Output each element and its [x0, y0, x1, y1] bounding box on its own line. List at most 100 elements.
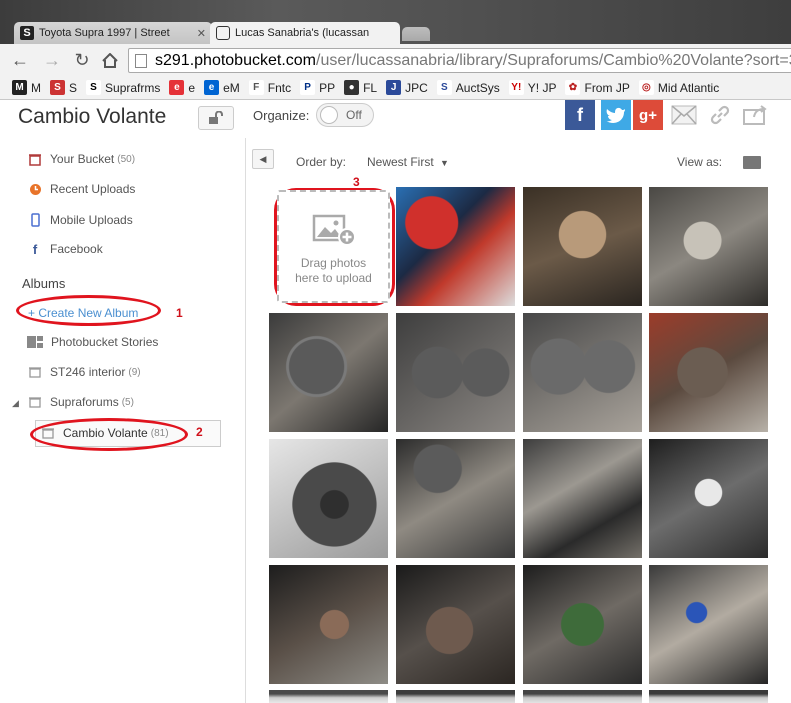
sidebar-item-facebook[interactable]: f Facebook: [28, 239, 103, 259]
privacy-lock-button[interactable]: [198, 106, 234, 130]
view-mode-icon[interactable]: [743, 156, 761, 169]
page-icon: [135, 53, 147, 68]
email-share-icon[interactable]: [669, 100, 699, 130]
annotation-number-2: 2: [196, 425, 203, 439]
share-export-icon[interactable]: [740, 100, 770, 130]
bookmark-midatlantic[interactable]: ◎ Mid Atlantic: [638, 80, 720, 95]
photo-thumbnail[interactable]: [523, 690, 642, 703]
bookmark-ebay[interactable]: ee: [169, 80, 195, 95]
s-icon: S: [50, 80, 65, 95]
bookmark-label: JPC: [405, 80, 428, 95]
paypal-icon: P: [300, 80, 316, 95]
bookmark-paypal[interactable]: P PP: [300, 80, 335, 95]
photo-thumbnail[interactable]: [523, 565, 642, 684]
bookmark-gmail[interactable]: MM: [12, 80, 41, 95]
photo-thumbnail[interactable]: [269, 690, 388, 703]
unlock-icon: [209, 111, 223, 124]
bookmark-yahoo[interactable]: Y! Y! JP: [508, 80, 556, 95]
photo-thumbnail[interactable]: [396, 439, 515, 558]
sidebar-item-your-bucket[interactable]: Your Bucket (50): [28, 149, 135, 169]
photo-thumbnail[interactable]: [649, 690, 768, 703]
clock-icon: [28, 182, 42, 196]
yahoo-icon: Y!: [508, 80, 524, 95]
close-icon[interactable]: ✕: [193, 27, 206, 40]
browser-toolbar: ← → ↻ s291.photobucket.com/user/lucassan…: [0, 44, 791, 76]
photo-thumbnail[interactable]: [396, 690, 515, 703]
view-as-label: View as:: [677, 155, 723, 169]
photo-thumbnail[interactable]: [269, 313, 388, 432]
collapse-sidebar-button[interactable]: ◀: [252, 149, 274, 169]
link-share-icon[interactable]: [705, 100, 735, 130]
auctsys-icon: S: [436, 80, 452, 95]
bookmark-label: Mid Atlantic: [657, 80, 720, 95]
photo-thumbnail[interactable]: [396, 187, 515, 306]
bookmark-label: Fntc: [267, 80, 292, 95]
organize-label: Organize:: [253, 108, 310, 123]
sidebar-item-label: Recent Uploads: [50, 182, 136, 196]
bookmark-ebay-motors[interactable]: e eM: [204, 80, 240, 95]
tab-title: Lucas Sanabria's (lucassan: [235, 27, 370, 39]
sidebar-item-label: Mobile Uploads: [50, 213, 133, 227]
new-tab-button[interactable]: [402, 27, 430, 41]
s-favicon-icon: S: [20, 26, 34, 40]
facebook-icon: f: [32, 241, 38, 257]
sidebar-item-label: Photobucket Stories: [51, 335, 159, 349]
sidebar-item-recent-uploads[interactable]: Recent Uploads: [28, 179, 135, 199]
upload-hint: Drag photos here to upload: [295, 256, 372, 285]
stories-icon: [26, 335, 43, 349]
photo-thumbnail[interactable]: [396, 565, 515, 684]
photo-thumbnail[interactable]: [649, 187, 768, 306]
photo-thumbnail[interactable]: [396, 313, 515, 432]
photo-thumbnail[interactable]: [649, 313, 768, 432]
albums-heading: Albums: [22, 276, 66, 291]
address-bar[interactable]: s291.photobucket.com/user/lucassanabria/…: [128, 48, 791, 73]
home-icon[interactable]: [100, 50, 120, 70]
bookmark-fl[interactable]: ● FL: [344, 80, 377, 95]
google-plus-share-icon[interactable]: g+: [633, 100, 663, 130]
mobile-icon: [28, 213, 42, 227]
photo-thumbnail[interactable]: [523, 187, 642, 306]
sidebar-item-label: Facebook: [50, 242, 103, 256]
bookmark-s[interactable]: SS: [50, 80, 77, 95]
reload-icon[interactable]: ↻: [72, 50, 92, 70]
photo-thumbnail[interactable]: [523, 313, 642, 432]
bookmark-label: M: [31, 80, 41, 95]
photobucket-favicon-icon: [216, 26, 230, 40]
organize-toggle[interactable]: Off: [316, 103, 374, 127]
upload-dropzone[interactable]: Drag photos here to upload: [277, 190, 390, 303]
annotation-ellipse-2: [30, 418, 188, 451]
sidebar-item-mobile-uploads[interactable]: Mobile Uploads: [28, 210, 133, 230]
order-by-dropdown[interactable]: Newest First ▼: [367, 155, 449, 169]
fntc-icon: F: [248, 80, 264, 95]
bookmark-fntc[interactable]: F Fntc: [248, 80, 292, 95]
photo-thumbnail[interactable]: [269, 565, 388, 684]
ebay-icon: e: [169, 80, 185, 95]
sidebar-item-photobucket-stories[interactable]: Photobucket Stories: [26, 332, 158, 352]
tab-photobucket[interactable]: Lucas Sanabria's (lucassan: [210, 22, 400, 44]
bookmark-jpc[interactable]: J JPC: [386, 80, 428, 95]
twitter-share-icon[interactable]: [601, 100, 631, 130]
forward-arrow-icon[interactable]: →: [42, 50, 62, 70]
item-count: (9): [128, 366, 141, 378]
page-title: Cambio Volante: [18, 105, 167, 128]
bookmark-label: From JP: [584, 80, 630, 95]
supra-icon: S: [86, 80, 102, 95]
bookmark-label: Suprafrms: [105, 80, 161, 95]
photo-thumbnail[interactable]: [649, 439, 768, 558]
browser-tabstrip: S Toyota Supra 1997 | Street ✕ Lucas San…: [0, 0, 791, 44]
photo-thumbnail[interactable]: [269, 439, 388, 558]
fl-icon: ●: [344, 80, 360, 95]
sidebar-item-st246-interior[interactable]: ST246 interior (9): [28, 362, 141, 382]
photo-thumbnail[interactable]: [523, 439, 642, 558]
back-arrow-icon[interactable]: ←: [10, 50, 30, 70]
bookmark-supra[interactable]: S Suprafrms: [86, 80, 160, 95]
bookmark-fromjp[interactable]: ✿ From JP: [565, 80, 630, 95]
facebook-share-icon[interactable]: f: [565, 100, 595, 130]
bookmark-auctsys[interactable]: S AuctSys: [436, 80, 500, 95]
toggle-state: Off: [346, 108, 362, 122]
photo-thumbnail[interactable]: [649, 565, 768, 684]
url-host: s291.photobucket.com: [155, 51, 316, 69]
sidebar-item-supraforums[interactable]: Supraforums (5): [28, 392, 134, 412]
expand-triangle-icon[interactable]: ◢: [12, 398, 19, 409]
tab-toyota-supra[interactable]: S Toyota Supra 1997 | Street ✕: [14, 22, 212, 44]
